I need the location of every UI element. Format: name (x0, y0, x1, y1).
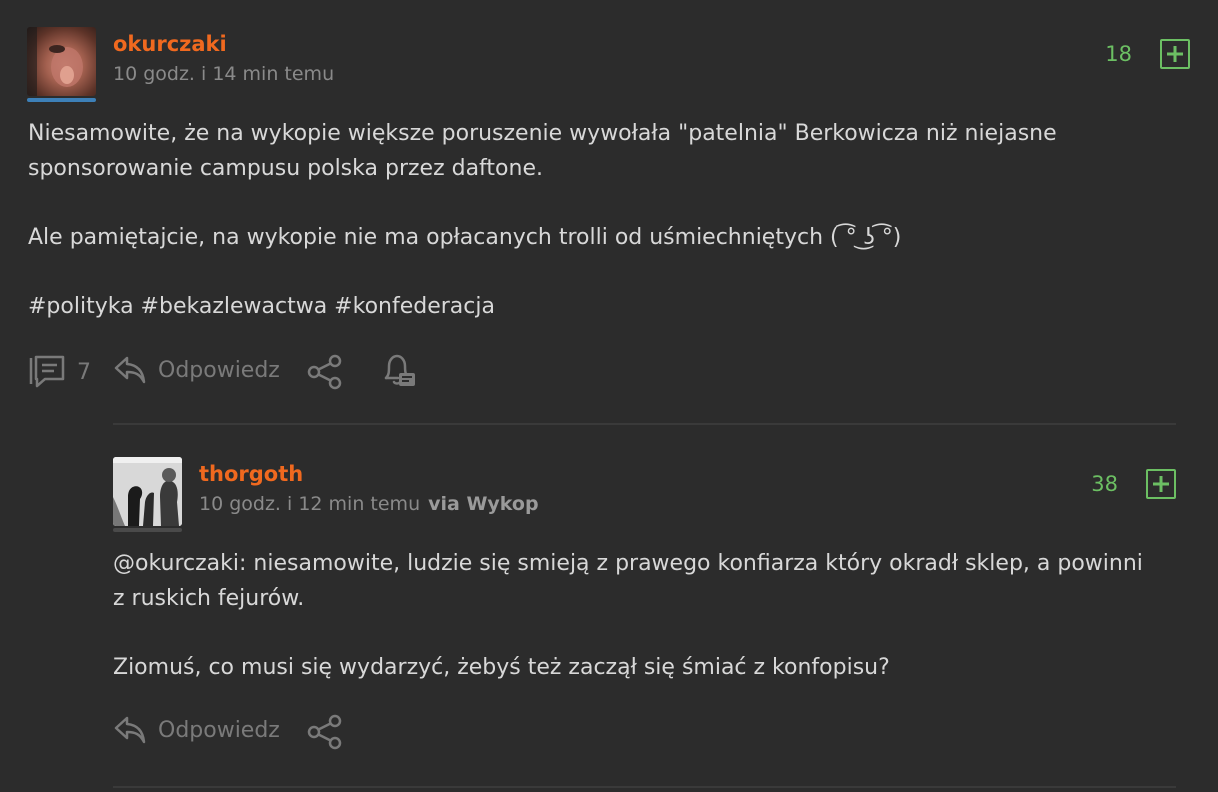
comments-count: 7 (77, 359, 91, 385)
comments-button[interactable]: 7 (27, 354, 91, 390)
reply-label: Odpowiedz (158, 357, 280, 383)
entry-divider (113, 423, 1176, 425)
entry-time: 10 godz. i 14 min temu (113, 63, 335, 85)
reply-label: Odpowiedz (158, 717, 280, 743)
share-button[interactable] (306, 354, 344, 390)
entry-text-line: sponsorowanie campusu polska przez dafto… (28, 155, 543, 181)
comment-username[interactable]: thorgoth (199, 462, 303, 486)
entry-username[interactable]: okurczaki (113, 32, 227, 56)
comment-timestamp: 10 godz. i 12 min temu via Wykop (199, 493, 539, 515)
entry-text-line: Ale pamiętajcie, na wykopie nie ma opłac… (28, 224, 902, 250)
entry-tags[interactable]: #polityka #bekazlewactwa #konfederacja (28, 290, 1057, 325)
entry-timestamp: 10 godz. i 14 min temu (113, 63, 334, 85)
reply-button[interactable]: Odpowiedz (113, 354, 280, 386)
comment-body: @okurczaki: niesamowite, ludzie się smie… (113, 547, 1143, 685)
reply-icon (114, 356, 146, 384)
notify-button[interactable] (380, 352, 418, 390)
avatar-color-bar (113, 528, 182, 532)
comment-text-gap (113, 616, 1143, 651)
entry-text-gap (28, 186, 1057, 221)
notification-icon (384, 354, 415, 386)
comment-text-line: @okurczaki: niesamowite, ludzie się smie… (113, 551, 1143, 576)
comment-text-line: Ziomuś, co musi się wydarzyć, żebyś też … (113, 654, 890, 680)
comment-time: 10 godz. i 12 min temu (199, 493, 421, 515)
comments-icon (29, 355, 65, 388)
comment-share-button[interactable] (306, 714, 344, 750)
avatar-image (27, 27, 83, 96)
entry-plus-button[interactable] (1160, 39, 1190, 69)
avatar-image (113, 457, 182, 526)
entry-thread: okurczaki 10 godz. i 14 min temu 18 Nies… (0, 0, 1218, 792)
entry-text-gap (28, 255, 1057, 290)
comment-divider (113, 786, 1176, 788)
entry-body: Niesamowite, że na wykopie większe porus… (28, 117, 1057, 324)
comment-reply-button[interactable]: Odpowiedz (113, 714, 280, 746)
share-icon (307, 354, 342, 390)
entry-text-line: Niesamowite, że na wykopie większe porus… (28, 121, 1057, 146)
comment-text-line: z ruskich fejurów. (113, 585, 305, 611)
reply-icon (114, 716, 146, 744)
avatar-color-bar (27, 98, 96, 102)
share-icon (307, 714, 342, 750)
entry-score: 18 (1105, 42, 1132, 66)
comment-score: 38 (1091, 472, 1118, 496)
comment-avatar[interactable] (113, 457, 182, 526)
comment-via[interactable]: via Wykop (428, 493, 538, 515)
entry-avatar[interactable] (27, 27, 96, 96)
comment-plus-button[interactable] (1146, 469, 1176, 499)
